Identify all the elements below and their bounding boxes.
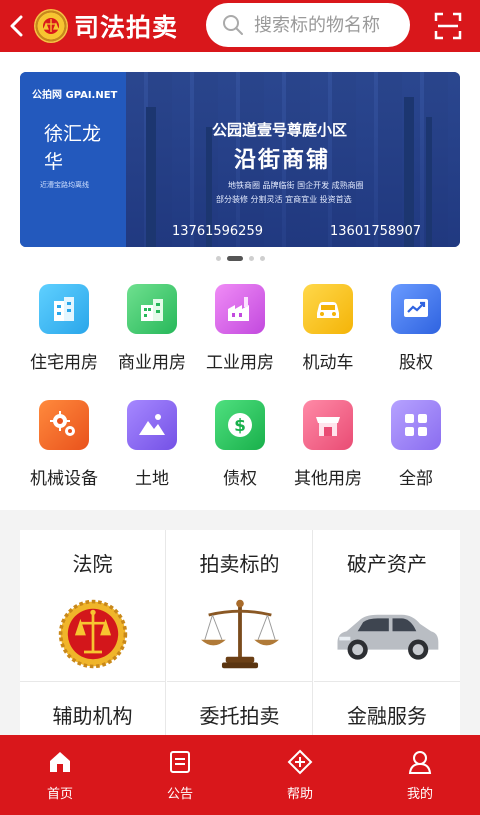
carousel-dot[interactable] (215, 256, 221, 261)
search-bar[interactable] (206, 3, 410, 47)
banner-subtitle-2: 部分装修 分割灵活 宜商宜业 投资首选 (216, 195, 352, 204)
promo-banner[interactable]: 公拍网 GPAI.NET 徐汇龙华 近漕宝路均离线 公园道壹号尊庭小区 沿街商铺… (20, 72, 460, 247)
category-equity[interactable]: 股权 (368, 284, 464, 384)
category-machinery[interactable]: 机械设备 (16, 400, 112, 500)
banner-title-2: 沿街商铺 (234, 148, 331, 173)
shop-icon (303, 400, 353, 450)
service-title: 破产资产 (347, 552, 427, 576)
banner-logo: 公拍网 GPAI.NET (32, 90, 118, 101)
chart-icon (391, 284, 441, 334)
land-icon (127, 400, 177, 450)
service-agency[interactable]: 辅助机构 (20, 682, 166, 735)
bottom-tab-bar: 首页 公告 帮助 我的 (0, 735, 480, 815)
search-icon (223, 15, 243, 35)
scales-image (185, 591, 295, 677)
category-label: 债权 (223, 469, 257, 489)
residential-icon (39, 284, 89, 334)
banner-city: 徐汇龙华 (44, 123, 102, 173)
category-label: 住宅用房 (30, 353, 98, 373)
car-icon (303, 284, 353, 334)
service-title: 辅助机构 (52, 704, 133, 728)
notice-icon (170, 751, 190, 773)
category-grid: 住宅用房 商业用房 工业用房 机动车 股权 机械设备 土地 $ 债权 其他用房 … (0, 274, 480, 510)
banner-left-panel: 公拍网 GPAI.NET 徐汇龙华 近漕宝路均离线 (20, 72, 126, 247)
tab-label: 首页 (46, 787, 73, 802)
category-industrial[interactable]: 工业用房 (192, 284, 288, 384)
service-title: 法院 (72, 552, 113, 576)
tab-mine[interactable]: 我的 (360, 735, 480, 815)
service-consign-auction[interactable]: 委托拍卖 (167, 682, 313, 735)
app-title: 司法拍卖 (74, 13, 179, 42)
scan-icon[interactable] (434, 12, 462, 40)
top-header: 司法拍卖 (0, 0, 480, 52)
banner-section: 公拍网 GPAI.NET 徐汇龙华 近漕宝路均离线 公园道壹号尊庭小区 沿街商铺… (0, 52, 480, 274)
service-court[interactable]: 法院 (20, 530, 166, 682)
service-auction-items[interactable]: 拍卖标的 (167, 530, 313, 682)
tab-label: 帮助 (286, 787, 313, 802)
banner-tagline: 近漕宝路均离线 (40, 181, 89, 189)
industrial-icon (215, 284, 265, 334)
help-icon (287, 749, 313, 775)
category-commercial[interactable]: 商业用房 (104, 284, 200, 384)
dollar-icon: $ (215, 400, 265, 450)
search-input[interactable] (254, 14, 404, 36)
service-title: 委托拍卖 (199, 704, 280, 728)
carousel-dot[interactable] (259, 256, 265, 261)
carousel-dot-active[interactable] (226, 256, 243, 261)
category-all[interactable]: 全部 (368, 400, 464, 500)
tab-label: 公告 (166, 787, 193, 802)
category-label: 全部 (399, 469, 433, 489)
banner-subtitle-1: 地铁商圈 品牌临街 国企开发 成熟商圈 (228, 181, 364, 190)
service-grid: 法院 拍卖标的 破产资产 辅助机构 委托拍卖 金融服务 (20, 530, 460, 735)
tab-notice[interactable]: 公告 (120, 735, 240, 815)
car-photo-image (332, 591, 442, 677)
service-finance[interactable]: 金融服务 (314, 682, 460, 735)
tab-help[interactable]: 帮助 (240, 735, 360, 815)
carousel-indicator (0, 256, 480, 261)
category-label: 机械设备 (30, 469, 98, 489)
category-vehicle[interactable]: 机动车 (280, 284, 376, 384)
commercial-icon (127, 284, 177, 334)
category-land[interactable]: 土地 (104, 400, 200, 500)
category-label: 机动车 (302, 353, 354, 373)
back-button[interactable] (0, 0, 34, 52)
category-label: 股权 (399, 353, 433, 373)
home-icon (50, 752, 70, 772)
svg-text:$: $ (234, 416, 246, 436)
banner-title-1: 公园道壹号尊庭小区 (212, 121, 348, 139)
category-label: 工业用房 (206, 353, 274, 373)
category-label: 土地 (135, 469, 169, 489)
court-emblem-icon (34, 9, 68, 43)
tab-home[interactable]: 首页 (0, 735, 120, 815)
category-label: 商业用房 (118, 353, 186, 373)
court-emblem-image (38, 591, 148, 677)
service-title: 拍卖标的 (199, 552, 280, 576)
banner-phone-2: 13601758907 (330, 224, 421, 239)
grid-icon (391, 400, 441, 450)
category-label: 其他用房 (294, 469, 362, 489)
banner-phone-1: 13761596259 (172, 224, 263, 239)
tab-label: 我的 (406, 787, 433, 802)
user-icon (408, 751, 432, 774)
category-other[interactable]: 其他用房 (280, 400, 376, 500)
gears-icon (39, 400, 89, 450)
back-arrow-icon (10, 15, 23, 37)
category-debt[interactable]: $ 债权 (192, 400, 288, 500)
category-residential[interactable]: 住宅用房 (16, 284, 112, 384)
carousel-dot[interactable] (248, 256, 254, 261)
service-bankruptcy[interactable]: 破产资产 (314, 530, 460, 682)
service-title: 金融服务 (347, 704, 427, 728)
